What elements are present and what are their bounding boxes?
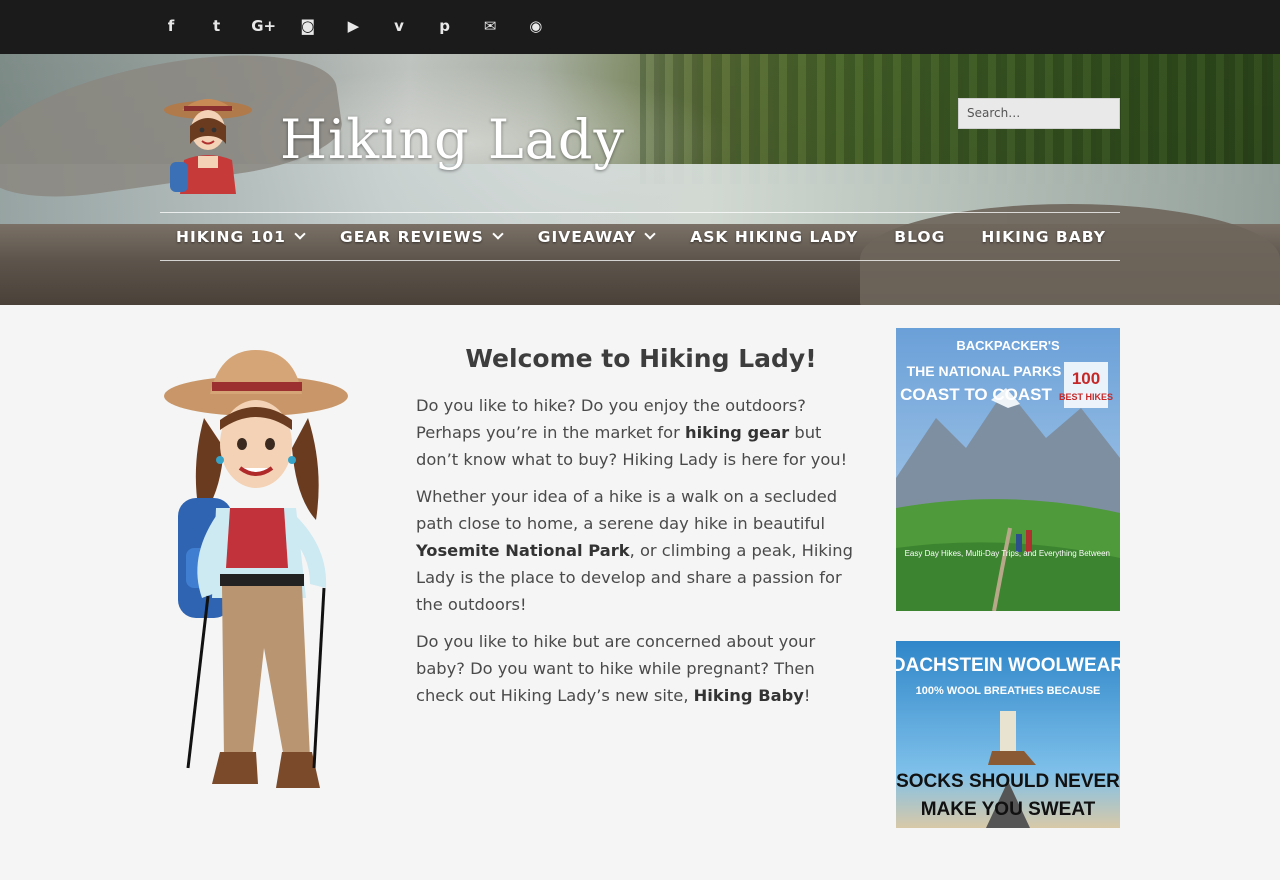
national-parks-book-ad[interactable]: BACKPACKER'S THE NATIONAL PARKS COAST TO… (896, 328, 1120, 611)
ad1-line1: THE NATIONAL PARKS (907, 363, 1062, 379)
nav-item-label: GIVEAWAY (537, 227, 637, 246)
hiking-baby-link[interactable]: Hiking Baby (694, 686, 804, 705)
logo-mascot-icon (164, 99, 252, 194)
site-logo[interactable]: Hiking Lady (160, 96, 624, 194)
ad2-line2: MAKE YOU SWEAT (921, 799, 1096, 820)
ad1-badge-text: BEST HIKES (1059, 392, 1113, 402)
facebook-icon[interactable]: f (160, 14, 206, 38)
search-input[interactable]: Search… (958, 98, 1120, 129)
intro-paragraph-1: Do you like to hike? Do you enjoy the ou… (416, 392, 866, 473)
dachstein-woolwear-ad[interactable]: DACHSTEIN WOOLWEAR 100% WOOL BREATHES BE… (896, 641, 1120, 828)
google-plus-icon[interactable]: G+ (251, 14, 297, 38)
ad1-brand: BACKPACKER'S (956, 338, 1060, 353)
email-icon-glyph: ✉ (483, 17, 497, 35)
site-title: Hiking Lady (280, 108, 625, 171)
ad2-sub: 100% WOOL BREATHES BECAUSE (916, 685, 1101, 697)
nav-item-hiking-101[interactable]: HIKING 101 (176, 213, 306, 261)
pinterest-icon[interactable]: p (434, 14, 480, 38)
pinterest-icon-glyph: p (439, 17, 450, 35)
instagram-icon-glyph: ◙ (300, 17, 316, 35)
nav-item-label: BLOG (894, 227, 946, 246)
chevron-down-icon (294, 228, 306, 240)
ad1-tagline: Easy Day Hikes, Multi-Day Trips, and Eve… (905, 549, 1110, 558)
paragraph-text: Whether your idea of a hike is a walk on… (416, 487, 838, 533)
facebook-icon-glyph: f (167, 17, 175, 35)
ad2-brand: DACHSTEIN WOOLWEAR (896, 655, 1120, 676)
youtube-icon[interactable]: ▶ (342, 14, 388, 38)
intro-paragraph-3: Do you like to hike but are concerned ab… (416, 628, 866, 709)
nav-item-label: GEAR REVIEWS (339, 227, 484, 246)
twitter-icon-glyph: t (213, 17, 221, 35)
nav-item-label: ASK HIKING LADY (690, 227, 859, 246)
google-plus-icon-glyph: G+ (251, 17, 277, 35)
vimeo-icon[interactable]: v (388, 14, 434, 38)
chevron-down-icon (644, 228, 656, 240)
nav-item-ask-hiking-lady[interactable]: ASK HIKING LADY (690, 213, 858, 261)
ad1-badge-number: 100 (1072, 369, 1100, 388)
ad2-line1: SOCKS SHOULD NEVER (896, 771, 1120, 792)
paragraph-text: ! (803, 686, 811, 705)
instagram-icon[interactable]: ◙ (297, 14, 343, 38)
chevron-down-icon (492, 228, 504, 240)
hiking-lady-illustration (160, 348, 352, 794)
ad1-line2: COAST TO COAST (900, 385, 1052, 404)
yosemite-link[interactable]: Yosemite National Park (416, 541, 630, 560)
rss-icon-glyph: ◉ (529, 17, 543, 35)
intro-paragraph-2: Whether your idea of a hike is a walk on… (416, 483, 866, 618)
social-bar: f t G+ ◙ ▶ v p ✉ ◉ (0, 0, 1280, 54)
nav-item-blog[interactable]: BLOG (894, 213, 945, 261)
nav-item-label: HIKING 101 (176, 227, 286, 246)
nav-item-label: HIKING BABY (981, 227, 1106, 246)
rss-icon[interactable]: ◉ (525, 14, 571, 38)
hiking-gear-link[interactable]: hiking gear (685, 423, 789, 442)
main-content: Welcome to Hiking Lady! Do you like to h… (416, 340, 866, 719)
twitter-icon[interactable]: t (206, 14, 252, 38)
nav-item-hiking-baby[interactable]: HIKING BABY (981, 213, 1106, 261)
email-icon[interactable]: ✉ (479, 14, 525, 38)
main-nav: HIKING 101 GEAR REVIEWS GIVEAWAY ASK HIKING… (160, 212, 1120, 261)
vimeo-icon-glyph: v (394, 17, 404, 35)
nav-item-giveaway[interactable]: GIVEAWAY (537, 213, 656, 261)
page-title: Welcome to Hiking Lady! (465, 344, 817, 373)
social-icons: f t G+ ◙ ▶ v p ✉ ◉ (160, 14, 570, 38)
nav-item-gear-reviews[interactable]: GEAR REVIEWS (339, 213, 504, 261)
youtube-icon-glyph: ▶ (347, 17, 360, 35)
